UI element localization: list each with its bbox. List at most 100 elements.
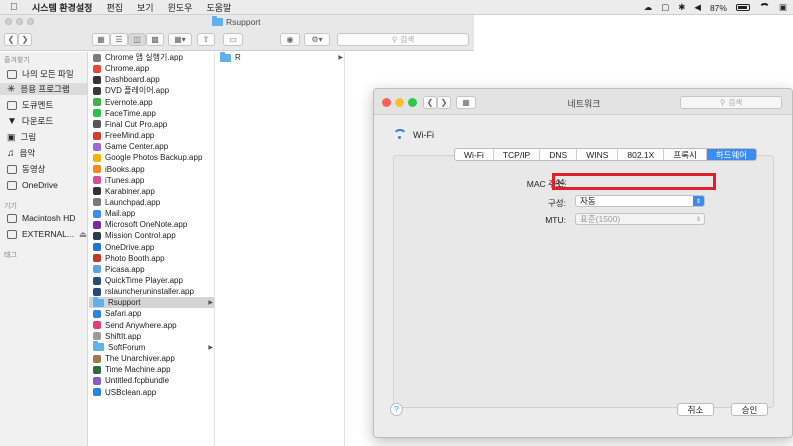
sidebar-item-documents[interactable]: 도큐멘트 xyxy=(7,99,53,111)
list-item[interactable]: Dashboard.app xyxy=(89,74,214,85)
tab-8021x[interactable]: 802.1X xyxy=(618,149,665,160)
search-icon: ⚲ xyxy=(391,35,398,44)
updown-chevron-icon: ⇕ xyxy=(695,216,702,223)
list-item[interactable]: Mission Control.app xyxy=(89,230,214,241)
view-list-button[interactable]: ☰ xyxy=(110,33,128,46)
eject-icon[interactable]: ⏏ xyxy=(79,229,87,240)
tab-tcpip[interactable]: TCP/IP xyxy=(494,149,541,160)
wifi-icon[interactable] xyxy=(758,3,770,12)
network-preferences-window: ❮ ❯ ▦ 네트워크 ⚲ 검색 Wi-Fi MAC 주소: 구성: 자동 ⇕ M… xyxy=(373,88,793,438)
list-icon: ☰ xyxy=(115,35,123,44)
list-item[interactable]: ShiftIt.app xyxy=(89,331,214,342)
wifi-icon xyxy=(393,129,407,140)
menu-view[interactable]: 보기 xyxy=(137,1,154,14)
apple-icon[interactable]:  xyxy=(10,2,24,13)
tab-dns[interactable]: DNS xyxy=(540,149,578,160)
list-item[interactable]: Google Photos Backup.app xyxy=(89,152,214,163)
menu-window[interactable]: 윈도우 xyxy=(168,1,193,14)
menu-help[interactable]: 도움말 xyxy=(206,1,231,14)
quicklook-button[interactable]: ◉ xyxy=(280,33,300,46)
list-item[interactable]: Picasa.app xyxy=(89,264,214,275)
list-item[interactable]: Photo Booth.app xyxy=(89,253,214,264)
minimize-button[interactable] xyxy=(16,18,23,25)
cancel-button[interactable]: 취소 xyxy=(677,403,714,416)
sidebar-item-downloads[interactable]: ▼ 다운로드 xyxy=(7,115,53,127)
back-button[interactable]: ❮ xyxy=(4,33,18,46)
sidebar-item-pictures[interactable]: ▣ 그림 xyxy=(7,131,36,143)
app-icon xyxy=(93,53,101,62)
sidebar-item-all-files[interactable]: 나의 모든 파일 xyxy=(7,68,74,80)
list-item[interactable]: Safari.app xyxy=(89,308,214,319)
list-item[interactable]: Mail.app xyxy=(89,208,214,219)
list-item[interactable]: SoftForum ▶ xyxy=(89,341,214,353)
sidebar-item-applications[interactable]: ✳ 응용 프로그램 xyxy=(0,83,87,95)
list-item-r[interactable]: R ▶ xyxy=(216,51,345,63)
volume-icon[interactable]: ◀ xyxy=(694,2,701,13)
menu-edit[interactable]: 편집 xyxy=(106,1,123,14)
list-item[interactable]: Game Center.app xyxy=(89,141,214,152)
list-item[interactable]: Launchpad.app xyxy=(89,197,214,208)
list-item[interactable]: iTunes.app xyxy=(89,175,214,186)
settings-tabs: Wi-Fi TCP/IP DNS WINS 802.1X 프록시 하드웨어 xyxy=(454,148,758,161)
list-item[interactable]: DVD 플레이어.app xyxy=(89,85,214,96)
app-icon xyxy=(93,120,101,129)
app-icon xyxy=(93,376,101,385)
rsupport-column: R ▶ xyxy=(216,51,345,446)
list-item[interactable]: FreeMind.app xyxy=(89,130,214,141)
sidebar-item-macintosh-hd[interactable]: Macintosh HD xyxy=(7,212,75,224)
view-columns-button[interactable]: ◫ xyxy=(128,33,146,46)
list-item[interactable]: Karabiner.app xyxy=(89,186,214,197)
list-item[interactable]: QuickTime Player.app xyxy=(89,275,214,286)
mtu-select[interactable]: 표준(1500) ⇕ xyxy=(575,213,705,225)
config-select[interactable]: 자동 ⇕ xyxy=(575,195,705,207)
sidebar-item-movies[interactable]: 동영상 xyxy=(7,163,45,175)
forward-button[interactable]: ❯ xyxy=(18,33,32,46)
list-item[interactable]: FaceTime.app xyxy=(89,108,214,119)
list-item[interactable]: OneDrive.app xyxy=(89,242,214,253)
sidebar-item-external[interactable]: EXTERNAL... ⏏ xyxy=(7,228,87,240)
app-icon xyxy=(93,86,101,95)
tags-button[interactable]: ▭ xyxy=(223,33,243,46)
action-button[interactable]: ⚙▾ xyxy=(304,33,330,46)
sidebar-item-onedrive[interactable]: OneDrive xyxy=(7,179,58,191)
cloud-icon[interactable]: ☁ xyxy=(644,2,653,13)
tab-hardware[interactable]: 하드웨어 xyxy=(706,149,757,160)
battery-percent[interactable]: 87% xyxy=(710,3,727,13)
list-item[interactable]: Evernote.app xyxy=(89,97,214,108)
zoom-button[interactable] xyxy=(27,18,34,25)
help-button[interactable]: ? xyxy=(390,403,403,416)
user-icon[interactable]: ▣ xyxy=(779,2,787,13)
list-item[interactable]: rslauncheruninstaller.app xyxy=(89,286,214,297)
network-search-field[interactable]: ⚲ 검색 xyxy=(680,96,782,109)
list-item[interactable]: Final Cut Pro.app xyxy=(89,119,214,130)
share-button[interactable]: ⇧ xyxy=(197,33,215,46)
list-item[interactable]: Time Machine.app xyxy=(89,364,214,375)
battery-icon[interactable] xyxy=(735,4,750,11)
ok-button[interactable]: 승인 xyxy=(731,403,768,416)
finder-search-field[interactable]: ⚲ 검색 xyxy=(337,33,469,46)
gear-icon: ⚙▾ xyxy=(311,35,323,44)
list-item[interactable]: Chrome.app xyxy=(89,63,214,74)
list-item[interactable]: iBooks.app xyxy=(89,164,214,175)
list-item[interactable]: Microsoft OneNote.app xyxy=(89,219,214,230)
settings-panel: MAC 주소: 구성: 자동 ⇕ MTU: 표준(1500) ⇕ xyxy=(393,155,774,408)
close-button[interactable] xyxy=(5,18,12,25)
finder-titlebar: Rsupport xyxy=(0,15,474,29)
sidebar-item-music[interactable]: ♫ 음악 xyxy=(7,147,35,159)
view-gallery-button[interactable]: ▩ xyxy=(146,33,164,46)
view-icons-button[interactable]: ▦ xyxy=(92,33,110,46)
tab-proxy[interactable]: 프록시 xyxy=(664,149,707,160)
display-icon[interactable]: ▢ xyxy=(661,2,669,13)
list-item[interactable]: Chrome 앱 실행기.app xyxy=(89,52,214,63)
list-item[interactable]: Send Anywhere.app xyxy=(89,320,214,331)
list-item[interactable]: USBclean.app xyxy=(89,387,214,398)
app-icon xyxy=(93,309,101,318)
tab-wifi[interactable]: Wi-Fi xyxy=(455,149,494,160)
list-item[interactable]: Untitled.fcpbundle xyxy=(89,375,214,386)
tab-wins[interactable]: WINS xyxy=(577,149,619,160)
list-item[interactable]: Rsupport ▶ xyxy=(89,296,214,309)
bluetooth-icon[interactable]: ✱ xyxy=(678,2,685,13)
arrange-button[interactable]: ▦▾ xyxy=(168,33,192,46)
list-item[interactable]: The Unarchiver.app xyxy=(89,353,214,364)
menu-app-name[interactable]: 시스템 환경설정 xyxy=(32,1,92,14)
